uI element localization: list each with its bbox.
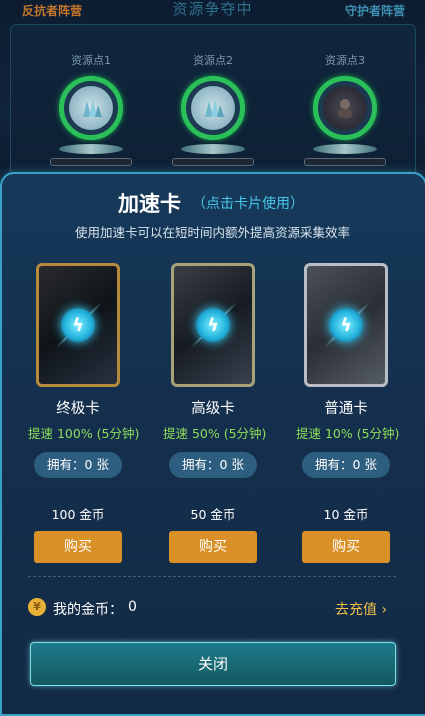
modal-hint: （点击卡片使用） — [192, 196, 304, 212]
lightning-icon: ϟ — [61, 308, 95, 342]
resource-ring — [313, 76, 377, 140]
resource-ring — [181, 76, 245, 140]
card-advanced: ϟ 高级卡 提速 50% (5分钟) 拥有：0 张 50 金币 购买 — [163, 263, 267, 563]
card-ultimate: ϟ 终极卡 提速 100% (5分钟) 拥有：0 张 100 金币 购买 — [28, 263, 140, 563]
card-name: 高级卡 — [191, 401, 235, 417]
recharge-link[interactable]: 去充值 › — [335, 599, 387, 619]
card-boost: 提速 10% (5分钟) — [296, 426, 400, 441]
resource-point-label: 资源点1 — [71, 54, 111, 67]
progress-bar — [50, 158, 132, 166]
buy-advanced-button[interactable]: 购买 — [169, 531, 257, 563]
progress-bar — [304, 158, 386, 166]
advanced-card-image[interactable]: ϟ — [171, 263, 255, 387]
resource-point-label: 资源点3 — [325, 54, 365, 67]
resource-base — [59, 144, 123, 154]
card-price: 100 金币 — [51, 507, 105, 522]
buy-ultimate-button[interactable]: 购买 — [34, 531, 122, 563]
close-button[interactable]: 关闭 — [30, 642, 396, 686]
modal-title: 加速卡 — [118, 192, 181, 216]
owned-count-badge: 拥有：0 张 — [302, 452, 390, 478]
guardian-faction-label: 守护者阵营 — [344, 4, 405, 18]
ultimate-card-image[interactable]: ϟ — [36, 263, 120, 387]
card-name: 终极卡 — [56, 401, 100, 417]
resource-base — [313, 144, 377, 154]
lightning-icon: ϟ — [196, 308, 230, 342]
card-price: 10 金币 — [323, 507, 369, 522]
crystal-icon — [69, 86, 113, 130]
card-name: 普通卡 — [324, 401, 368, 417]
buy-normal-button[interactable]: 购买 — [302, 531, 390, 563]
resource-point-1[interactable]: 资源点1 — [46, 52, 136, 166]
card-normal: ϟ 普通卡 提速 10% (5分钟) 拥有：0 张 10 金币 购买 — [296, 263, 400, 563]
owned-count-badge: 拥有：0 张 — [169, 452, 257, 478]
normal-card-image[interactable]: ϟ — [304, 263, 388, 387]
resource-ring — [59, 76, 123, 140]
lightning-icon: ϟ — [329, 308, 363, 342]
owned-count-badge: 拥有：0 张 — [34, 452, 122, 478]
crystal-icon — [191, 86, 235, 130]
modal-description: 使用加速卡可以在短时间内额外提高资源采集效率 — [74, 225, 350, 240]
resource-point-label: 资源点2 — [193, 54, 233, 67]
card-boost: 提速 100% (5分钟) — [28, 426, 140, 441]
card-price: 50 金币 — [190, 507, 236, 522]
card-boost: 提速 50% (5分钟) — [163, 426, 267, 441]
resource-base — [181, 144, 245, 154]
avatar-icon — [323, 86, 367, 130]
coin-balance: 0 — [128, 599, 137, 615]
progress-bar — [172, 158, 254, 166]
coin-icon: ¥ — [28, 598, 46, 616]
resource-point-3[interactable]: 资源点3 — [300, 52, 390, 166]
divider — [28, 576, 396, 577]
resource-point-2[interactable]: 资源点2 — [168, 52, 258, 166]
coin-label: 我的金币： — [53, 602, 123, 618]
